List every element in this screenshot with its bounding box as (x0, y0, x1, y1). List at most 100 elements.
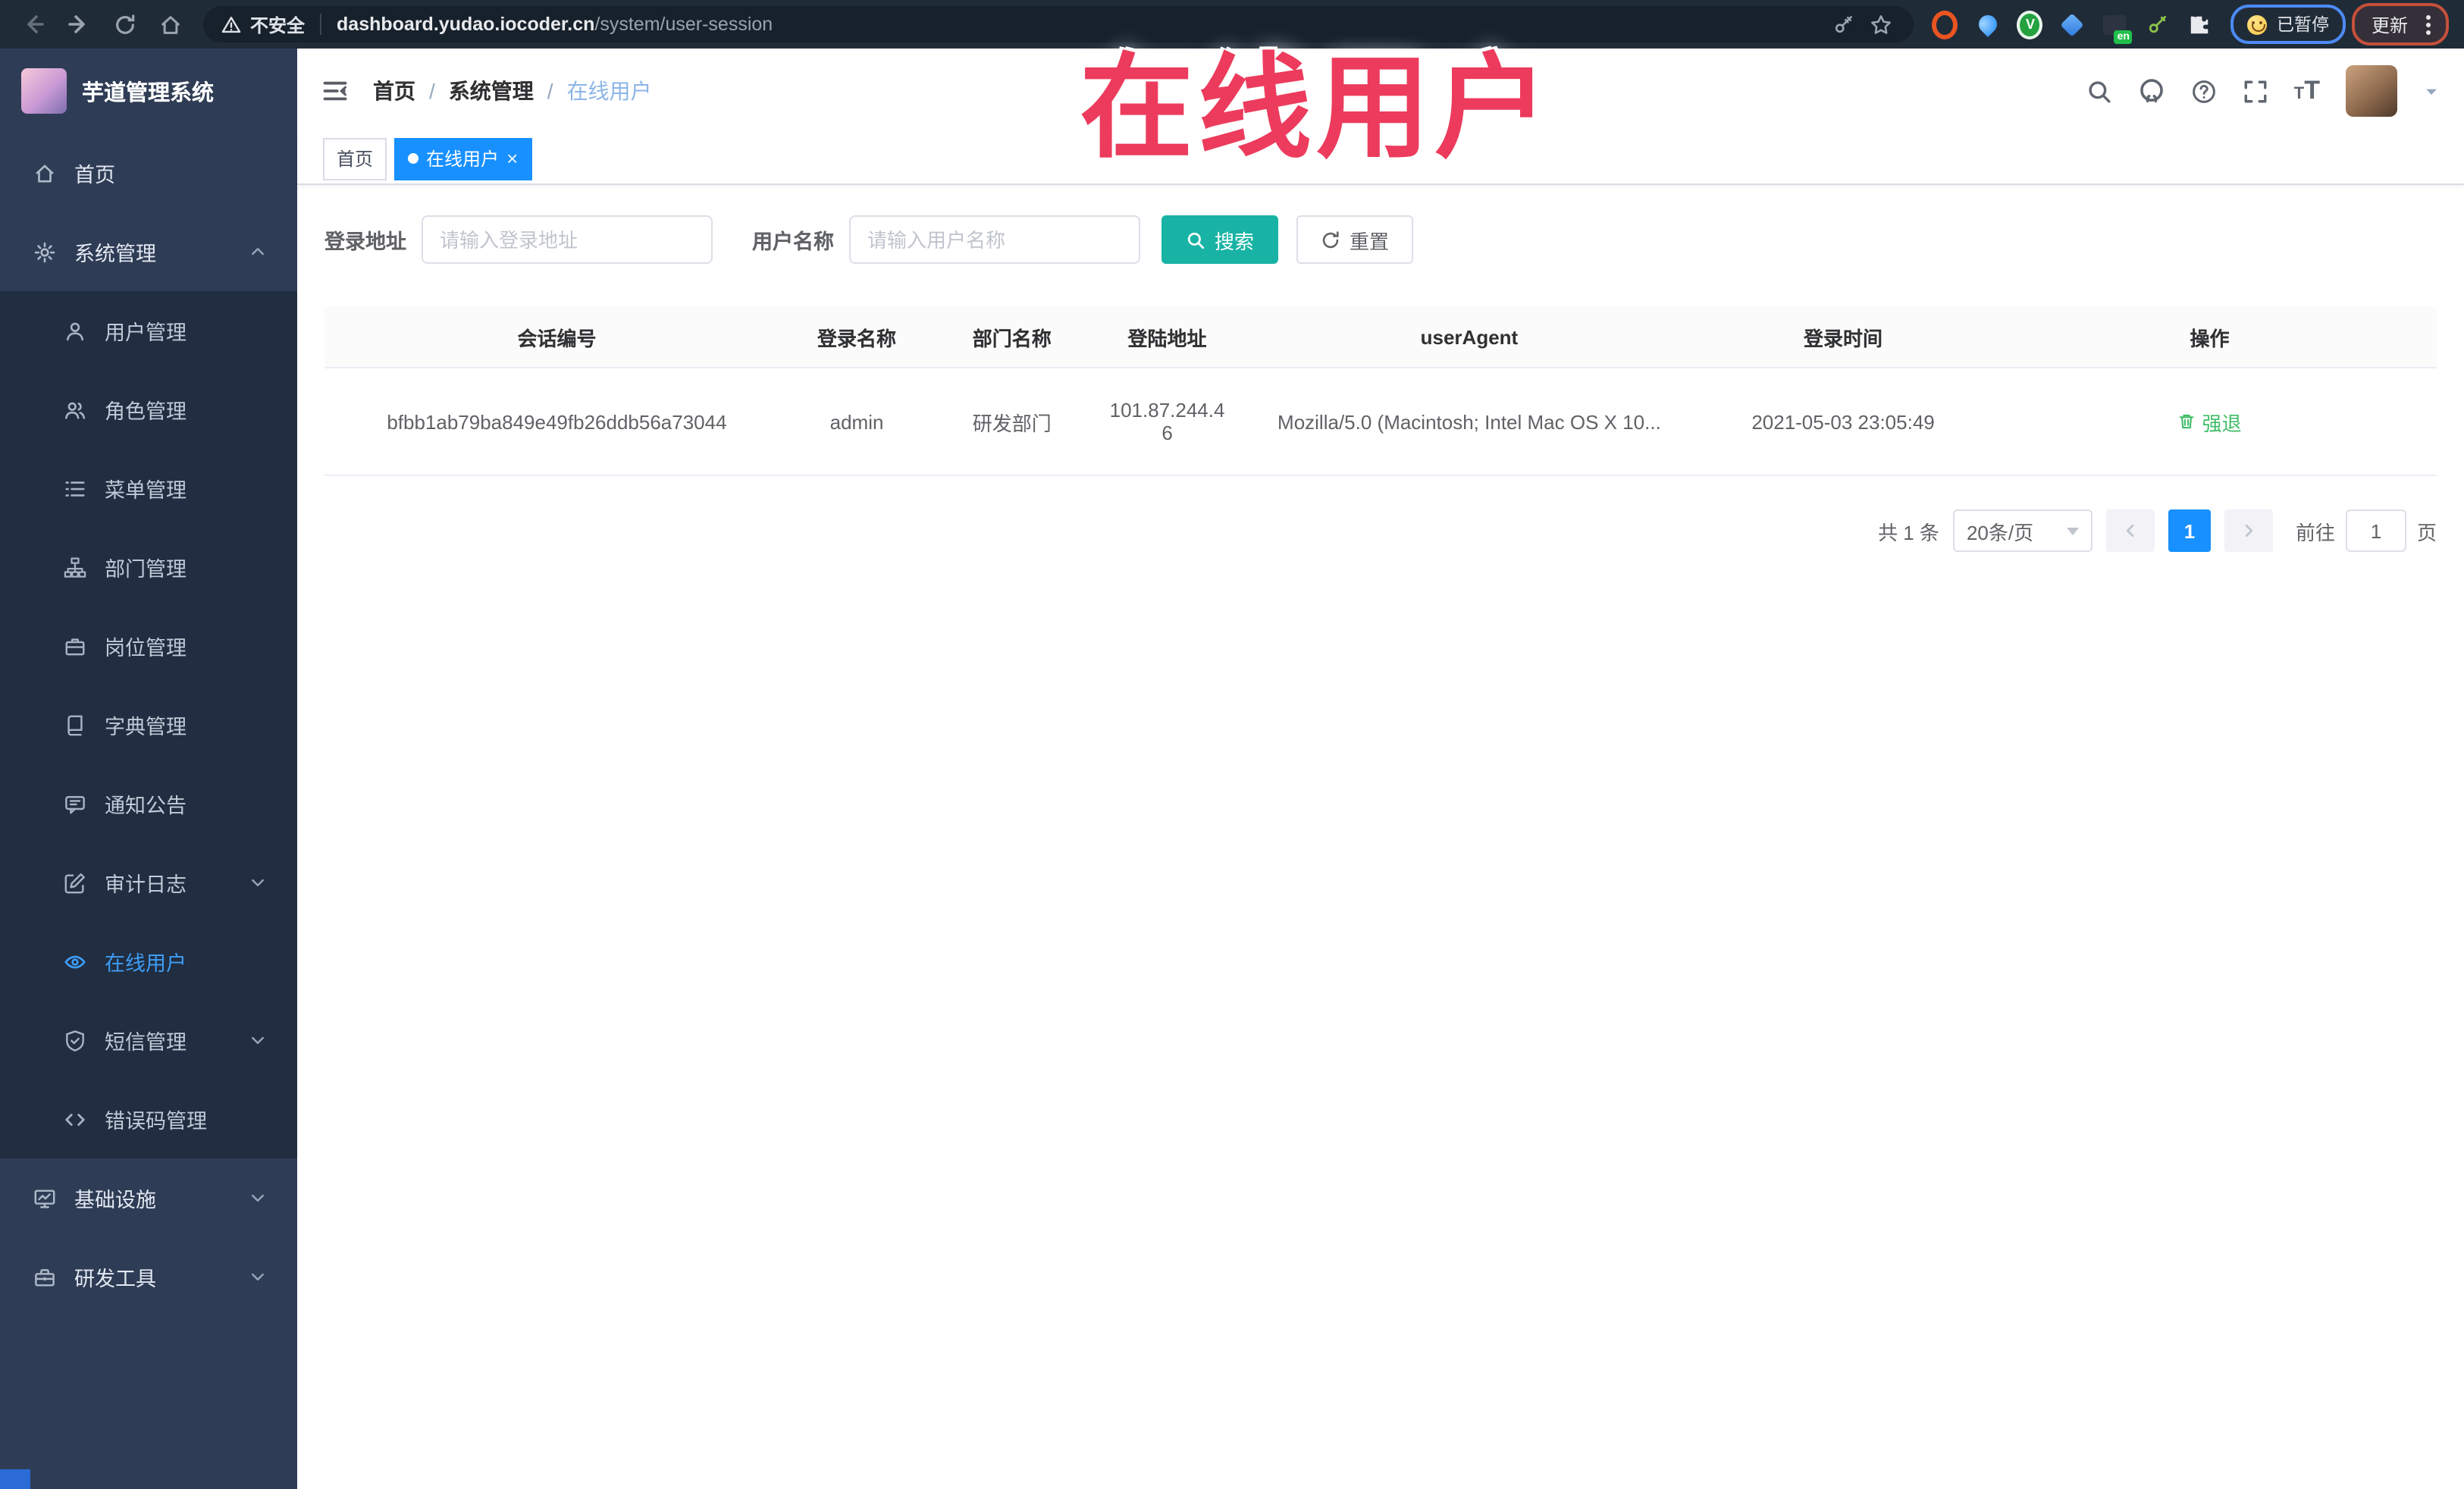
bookmark-star-icon[interactable] (1863, 6, 1899, 42)
sidebar-toggle-icon[interactable] (321, 77, 349, 105)
table-row: bfbb1ab79ba849e49fb26ddb56a73044 admin 研… (324, 368, 2437, 476)
browser-nav-buttons (15, 6, 188, 42)
profile-paused-badge[interactable]: 已暂停 (2230, 5, 2346, 44)
sidebar-item-departments[interactable]: 部门管理 (0, 528, 297, 607)
translate-badge: en (2114, 30, 2133, 43)
sidebar-item-online-users[interactable]: 在线用户 (0, 922, 297, 1001)
chevron-up-icon (249, 243, 267, 261)
roles-icon (64, 398, 86, 421)
sidebar-item-users[interactable]: 用户管理 (0, 291, 297, 370)
home-icon[interactable] (152, 6, 188, 42)
annotation-title: 在线用户 (1080, 44, 1553, 171)
page-size-select[interactable]: 20条/页 (1952, 509, 2093, 552)
goto-page-input[interactable] (2345, 509, 2406, 552)
tab-home[interactable]: 首页 (323, 137, 387, 180)
key-extension-icon[interactable] (2145, 11, 2171, 37)
sidebar-item-error-codes[interactable]: 错误码管理 (0, 1080, 297, 1158)
corner-marker (0, 1469, 30, 1489)
col-login-time: 登录时间 (1704, 306, 1983, 368)
search-button[interactable]: 搜索 (1161, 215, 1279, 264)
reset-button[interactable]: 重置 (1296, 215, 1414, 264)
url-domain: dashboard.yudao.iocoder.cn (337, 14, 595, 35)
forward-icon[interactable] (61, 6, 97, 42)
sidebar-item-roles[interactable]: 角色管理 (0, 370, 297, 449)
sidebar-item-home[interactable]: 首页 (0, 133, 297, 212)
screen: 不安全 dashboard.yudao.iocoder.cn/system/us… (0, 0, 2464, 1489)
edit-log-icon (64, 871, 86, 894)
filter-form: 登录地址 用户名称 搜索 重置 (324, 215, 2437, 264)
chevron-down-icon (249, 1268, 267, 1286)
next-page-button[interactable] (2224, 509, 2273, 552)
ubuntu-extension-icon[interactable] (1932, 10, 1958, 39)
extensions-puzzle-icon[interactable] (2187, 11, 2213, 37)
menu-list-icon (64, 477, 86, 500)
browser-update-button[interactable]: 更新 (2351, 3, 2449, 45)
password-key-icon[interactable] (1826, 6, 1863, 42)
sidebar-item-dev-tools[interactable]: 研发工具 (0, 1237, 297, 1316)
warning-icon (221, 14, 241, 34)
font-size-icon[interactable]: TT (2294, 76, 2320, 106)
sidebar-item-infrastructure[interactable]: 基础设施 (0, 1158, 297, 1237)
fullscreen-icon[interactable] (2243, 78, 2268, 104)
code-icon (64, 1108, 86, 1130)
breadcrumb: 首页 / 系统管理 / 在线用户 (373, 76, 652, 106)
paused-label: 已暂停 (2276, 17, 2329, 35)
user-avatar[interactable] (2346, 65, 2397, 117)
sidebar-item-posts[interactable]: 岗位管理 (0, 607, 297, 685)
col-dept-name: 部门名称 (924, 306, 1100, 368)
github-icon[interactable] (2138, 77, 2165, 105)
url-text[interactable]: dashboard.yudao.iocoder.cn/system/user-s… (337, 14, 773, 35)
book-icon (64, 713, 86, 736)
tab-online-users[interactable]: 在线用户 (394, 137, 532, 180)
briefcase-icon (64, 635, 86, 657)
sidebar-item-sms[interactable]: 短信管理 (0, 1001, 297, 1080)
sidebar-submenu-system: 用户管理 角色管理 菜单管理 部门管理 岗位管理 字典管理 通知公告 审计日志 … (0, 291, 297, 1158)
drop-extension-icon[interactable] (1974, 11, 2001, 37)
sidebar-item-notices[interactable]: 通知公告 (0, 764, 297, 843)
help-icon[interactable] (2191, 78, 2217, 104)
sidebar-item-audit-logs[interactable]: 审计日志 (0, 843, 297, 922)
chevron-down-icon (2066, 527, 2079, 534)
app-logo[interactable]: 芋道管理系统 (0, 49, 297, 133)
col-login-name: 登录名称 (788, 306, 925, 368)
profile-emoji-icon (2247, 14, 2268, 34)
cell-dept-name: 研发部门 (924, 368, 1100, 476)
login-address-input[interactable] (422, 215, 713, 264)
extensions-row: V en (1932, 10, 2213, 43)
sidebar-item-dictionary[interactable]: 字典管理 (0, 685, 297, 764)
shield-icon (64, 1029, 86, 1052)
gem-extension-icon[interactable] (2060, 11, 2086, 37)
page-number-1[interactable]: 1 (2168, 509, 2211, 552)
address-bar[interactable]: 不安全 dashboard.yudao.iocoder.cn/system/us… (203, 6, 1914, 42)
monitor-icon (33, 1186, 56, 1209)
v-extension-icon[interactable]: V (2017, 10, 2043, 39)
sidebar-item-system[interactable]: 系统管理 (0, 212, 297, 291)
search-icon[interactable] (2086, 78, 2112, 104)
security-label[interactable]: 不安全 (250, 11, 305, 37)
pagination: 共 1 条 20条/页 1 前往 页 (324, 509, 2437, 552)
reload-icon[interactable] (106, 6, 143, 42)
force-logout-button[interactable]: 强退 (2177, 407, 2241, 436)
prev-page-button[interactable] (2105, 509, 2155, 552)
close-tab-icon[interactable] (506, 149, 518, 168)
url-path: /system/user-session (594, 14, 773, 35)
breadcrumb-separator: / (547, 79, 553, 103)
col-login-ip: 登陆地址 (1099, 306, 1235, 368)
sidebar-item-menus[interactable]: 菜单管理 (0, 449, 297, 528)
back-icon[interactable] (15, 6, 52, 42)
cell-user-agent: Mozilla/5.0 (Macintosh; Intel Mac OS X 1… (1234, 368, 1704, 476)
online-eye-icon (64, 950, 86, 973)
goto-label: 前往 (2295, 521, 2335, 544)
browser-menu-icon[interactable] (2417, 12, 2438, 36)
gear-icon (33, 240, 56, 263)
breadcrumb-system[interactable]: 系统管理 (449, 76, 534, 106)
omnibox-divider (320, 14, 322, 35)
breadcrumb-current: 在线用户 (566, 79, 652, 103)
cell-login-time: 2021-05-03 23:05:49 (1704, 368, 1983, 476)
avatar-caret-icon[interactable] (2423, 83, 2440, 99)
breadcrumb-home[interactable]: 首页 (373, 76, 415, 106)
translate-extension-icon[interactable]: en (2102, 11, 2133, 43)
logo-avatar (21, 68, 67, 114)
toolbox-icon (33, 1265, 56, 1288)
username-input[interactable] (849, 215, 1140, 264)
